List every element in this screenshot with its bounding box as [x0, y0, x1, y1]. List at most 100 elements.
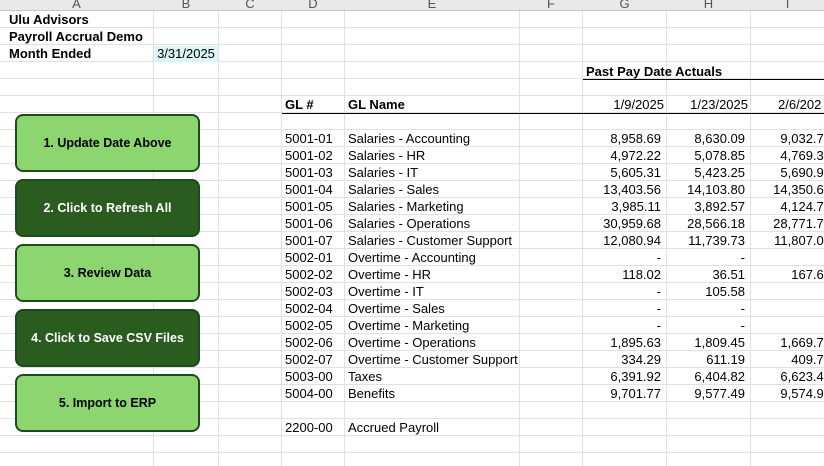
gl-number-cell: 5003-00 — [285, 369, 333, 384]
amount-cell-2: 14,103.80 — [687, 182, 745, 197]
table-header-underline — [282, 113, 824, 114]
amount-cell-2: 8,630.09 — [694, 131, 745, 146]
gl-number-cell: 5001-04 — [285, 182, 333, 197]
amount-cell-3: - — [751, 250, 824, 266]
gl-number-cell: 5001-06 — [285, 216, 333, 231]
amount-cell-2: 105.58 — [705, 284, 745, 299]
gl-name-cell: Salaries - Operations — [348, 216, 471, 231]
amount-cell-2: - — [740, 250, 745, 265]
gl-number-cell: 5002-07 — [285, 352, 333, 367]
gl-name-cell: Salaries - Customer Support — [348, 233, 513, 248]
col-header-d[interactable]: D — [282, 0, 344, 10]
date-header-3: 2/6/202 — [778, 97, 822, 112]
gl-name-cell: Overtime - Sales — [348, 301, 445, 316]
gl-name-cell: Overtime - IT — [348, 284, 424, 299]
gl-number-cell: 5002-05 — [285, 318, 333, 333]
gl-number-cell: 5001-02 — [285, 148, 333, 163]
amount-cell-1: 3,985.11 — [611, 199, 661, 214]
gl-name-cell: Salaries - IT — [348, 165, 419, 180]
amount-cell-2: 5,423.25 — [694, 165, 745, 180]
gl-name-cell: Overtime - HR — [348, 267, 432, 282]
gl-name-cell: Salaries - Marketing — [348, 199, 464, 214]
import-erp-button[interactable]: 5. Import to ERP — [15, 374, 200, 432]
gl-name-cell: Overtime - Operations — [348, 335, 476, 350]
save-csv-button[interactable]: 4. Click to Save CSV Files — [15, 309, 200, 367]
col-header-h[interactable]: H — [667, 0, 750, 10]
amount-cell-3: - — [751, 301, 824, 317]
grid-column-line — [218, 11, 219, 466]
update-date-button[interactable]: 1. Update Date Above — [15, 114, 200, 172]
grid-row-line — [0, 452, 824, 453]
amount-cell-1: 9,701.77 — [610, 386, 661, 401]
amount-cell-1: 12,080.94 — [603, 233, 661, 248]
amount-cell-2: 611.19 — [706, 352, 745, 367]
amount-cell-3: - — [751, 284, 824, 300]
amount-cell-2: - — [740, 318, 745, 333]
amount-cell-3: 6,623.45 — [780, 369, 824, 384]
gl-number-cell: 5001-03 — [285, 165, 333, 180]
gl-number-header: GL # — [285, 97, 314, 112]
col-header-i[interactable]: I — [751, 0, 824, 10]
amount-cell-1: 334.29 — [621, 352, 661, 367]
amount-cell-2: 28,566.18 — [687, 216, 745, 231]
amount-cell-3: 1,669.75 — [780, 335, 824, 350]
amount-cell-3: 167.69 — [791, 267, 824, 282]
gl-name-cell: Overtime - Customer Support — [348, 352, 518, 367]
amount-cell-1: - — [656, 318, 661, 333]
amount-cell-3: 14,350.60 — [773, 182, 824, 197]
amount-cell-2: 6,404.82 — [694, 369, 745, 384]
amount-cell-1: - — [656, 301, 661, 316]
sheet-grid[interactable]: Ulu Advisors Payroll Accrual Demo Month … — [0, 11, 824, 466]
grid-column-line — [281, 11, 282, 466]
amount-cell-3: - — [751, 318, 824, 334]
amount-cell-3: 11,807.06 — [774, 233, 824, 248]
month-ended-input[interactable]: 3/31/2025 — [154, 46, 218, 62]
amount-cell-2: 36.51 — [712, 267, 745, 282]
gl-name-cell: Salaries - HR — [348, 148, 426, 163]
gl-number-cell: 5002-04 — [285, 301, 333, 316]
gl-name-cell: Taxes — [348, 369, 382, 384]
col-header-a[interactable]: A — [0, 0, 153, 10]
amount-cell-3: 409.77 — [791, 352, 824, 367]
amount-cell-1: 13,403.56 — [603, 182, 661, 197]
grid-row-line — [0, 44, 824, 45]
col-header-f[interactable]: F — [520, 0, 582, 10]
amount-cell-3: 4,769.39 — [780, 148, 824, 163]
date-header-1: 1/9/2025 — [613, 97, 664, 112]
col-header-c[interactable]: C — [219, 0, 281, 10]
gl-number-cell: 5002-01 — [285, 250, 333, 265]
accrued-gl-name: Accrued Payroll — [348, 420, 440, 435]
amount-cell-1: - — [656, 250, 661, 265]
gl-number-cell: 5002-02 — [285, 267, 333, 282]
col-header-b[interactable]: B — [154, 0, 218, 10]
gl-number-cell: 5001-01 — [285, 131, 333, 146]
refresh-all-button[interactable]: 2. Click to Refresh All — [15, 179, 200, 237]
gl-number-cell: 5001-07 — [285, 233, 333, 248]
amount-cell-3: 9,574.97 — [780, 386, 824, 401]
amount-cell-3: 9,032.76 — [780, 131, 824, 146]
gl-name-cell: Salaries - Accounting — [348, 131, 471, 146]
gl-name-cell: Benefits — [348, 386, 395, 401]
gl-name-cell: Overtime - Accounting — [348, 250, 476, 265]
month-ended-label: Month Ended — [9, 46, 92, 61]
amount-cell-1: 30,959.68 — [603, 216, 661, 231]
amount-cell-2: - — [740, 301, 745, 316]
date-header-2: 1/23/2025 — [690, 97, 748, 112]
gl-number-cell: 5002-03 — [285, 284, 333, 299]
amount-cell-2: 1,809.45 — [694, 335, 745, 350]
gl-number-cell: 5004-00 — [285, 386, 333, 401]
col-header-g[interactable]: G — [583, 0, 666, 10]
col-header-e[interactable]: E — [345, 0, 519, 10]
amount-cell-2: 11,739.73 — [688, 233, 745, 248]
amount-cell-1: 1,895.63 — [610, 335, 661, 350]
amount-cell-2: 3,892.57 — [694, 199, 745, 214]
grid-column-line — [344, 11, 345, 466]
gl-number-cell: 5002-06 — [285, 335, 333, 350]
section-title-underline — [583, 79, 824, 80]
amount-cell-3: 5,690.95 — [780, 165, 824, 180]
grid-row-line — [0, 95, 824, 96]
gl-name-header: GL Name — [348, 97, 405, 112]
amount-cell-1: 118.02 — [622, 267, 661, 282]
amount-cell-1: 5,605.31 — [610, 165, 661, 180]
review-data-button[interactable]: 3. Review Data — [15, 244, 200, 302]
